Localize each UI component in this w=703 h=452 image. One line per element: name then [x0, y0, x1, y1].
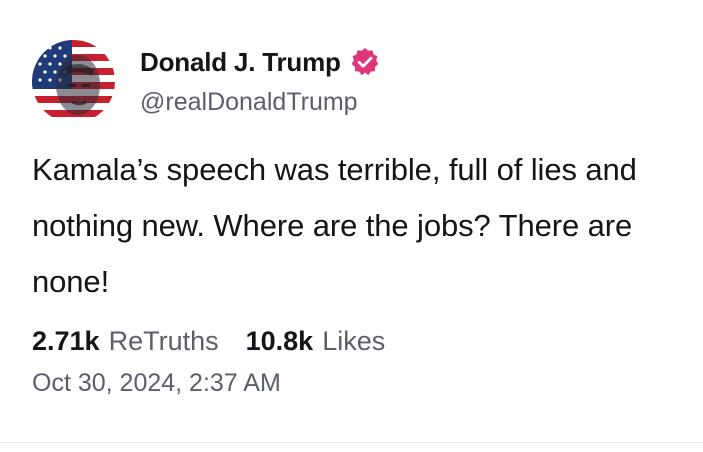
post-timestamp[interactable]: Oct 30, 2024, 2:37 AM	[32, 369, 281, 398]
author-names: Donald J. Trump @realDonaldTrump	[140, 40, 380, 117]
author-handle[interactable]: @realDonaldTrump	[140, 88, 380, 117]
verified-badge-icon	[350, 47, 380, 77]
post-header: Donald J. Trump @realDonaldTrump	[32, 40, 380, 124]
flag-portrait-icon	[32, 40, 115, 123]
post-text: Kamala’s speech was terrible, full of li…	[32, 152, 637, 299]
retruths-label: ReTruths	[108, 326, 219, 356]
retruths-count: 2.71k	[32, 326, 100, 356]
likes-count: 10.8k	[245, 326, 314, 356]
likes-stat[interactable]: 10.8k Likes	[246, 326, 386, 357]
display-name-row: Donald J. Trump	[140, 44, 380, 80]
avatar[interactable]	[32, 40, 115, 123]
post-stats: 2.71k ReTruths 10.8k Likes	[32, 326, 385, 357]
retruths-stat[interactable]: 2.71k ReTruths	[32, 326, 219, 357]
divider	[0, 442, 703, 443]
post-card: Donald J. Trump @realDonaldTrump Kamala’…	[0, 0, 703, 443]
author-display-name[interactable]: Donald J. Trump	[140, 47, 341, 78]
likes-label: Likes	[322, 326, 386, 356]
